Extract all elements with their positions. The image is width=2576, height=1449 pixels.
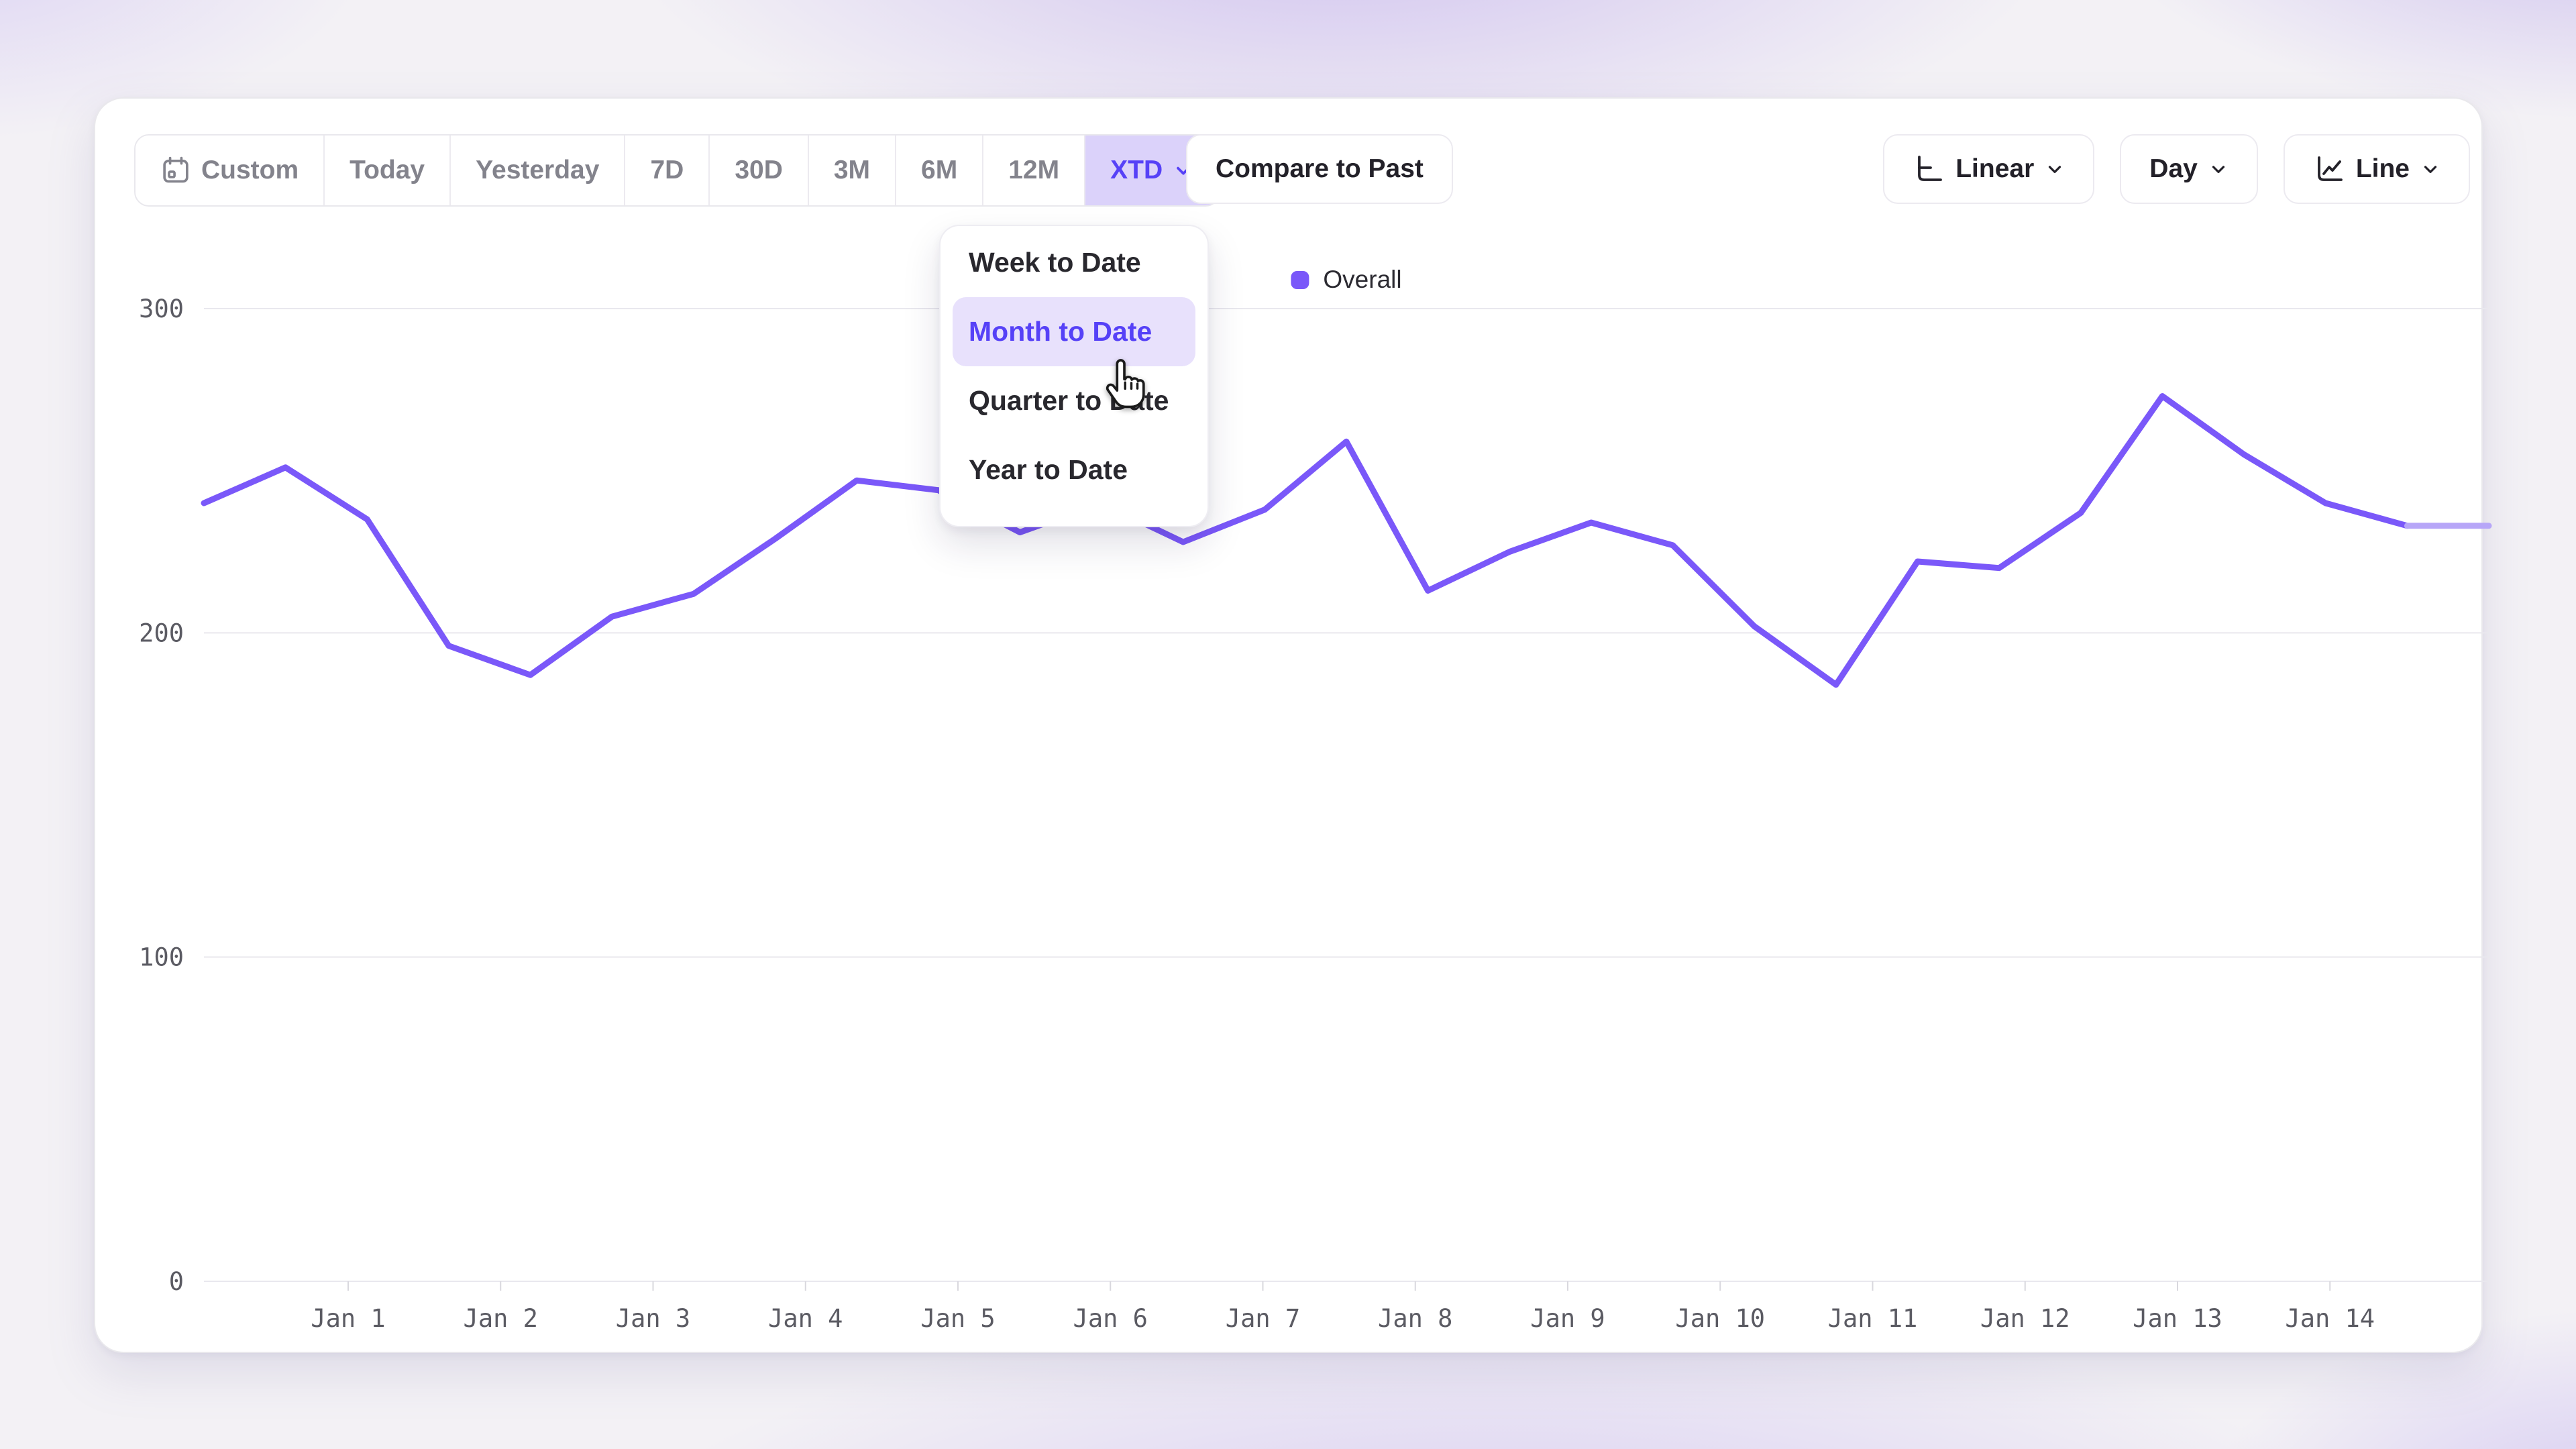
dropdown-item-week-to-date[interactable]: Week to Date [941,228,1208,297]
dropdown-item-month-to-date[interactable]: Month to Date [953,297,1195,366]
linear-scale-icon [1913,153,1945,185]
range-button-label: 3M [834,156,870,185]
range-dropdown-menu: Week to DateMonth to DateQuarter to Date… [939,225,1209,527]
chevron-down-icon [2208,159,2229,179]
range-segmented-control: Custom Today Yesterday 7D 30D 3M 6M 12M XTD [134,134,1220,207]
range-button-30d[interactable]: 30D [708,136,808,205]
chevron-down-icon [2420,159,2440,179]
range-button-7d[interactable]: 7D [624,136,708,205]
range-button-6m[interactable]: 6M [895,136,982,205]
range-button-label: Custom [201,156,299,185]
compare-to-past-button[interactable]: Compare to Past [1186,134,1453,204]
range-button-label: 30D [735,156,783,185]
calendar-icon [160,155,191,186]
interval-select-label: Day [2149,154,2198,184]
chevron-down-icon [2045,159,2065,179]
scale-select-label: Linear [1955,154,2034,184]
range-button-label: Yesterday [476,156,599,185]
range-button-label: Today [350,156,425,185]
range-button-label: 6M [921,156,957,185]
range-button-label: 12M [1008,156,1059,185]
dropdown-item-quarter-to-date[interactable]: Quarter to Date [941,366,1208,435]
chart-type-select-label: Line [2356,154,2410,184]
chart-settings-controls: Linear Day Line [1883,134,2470,204]
chart-legend: Overall [1291,266,1401,294]
interval-select-button[interactable]: Day [2120,134,2258,204]
chart-card [94,97,2483,1353]
chart-type-select-button[interactable]: Line [2284,134,2470,204]
range-button-label: XTD [1110,156,1163,185]
range-button-3m[interactable]: 3M [808,136,895,205]
line-chart-icon [2313,153,2345,185]
legend-swatch-overall [1291,271,1309,289]
range-button-today[interactable]: Today [323,136,449,205]
range-button-label: 7D [650,156,684,185]
range-button-12m[interactable]: 12M [982,136,1084,205]
range-button-custom[interactable]: Custom [136,136,323,205]
legend-label: Overall [1323,266,1401,294]
range-button-yesterday[interactable]: Yesterday [449,136,624,205]
scale-select-button[interactable]: Linear [1883,134,2094,204]
dropdown-item-year-to-date[interactable]: Year to Date [941,435,1208,504]
